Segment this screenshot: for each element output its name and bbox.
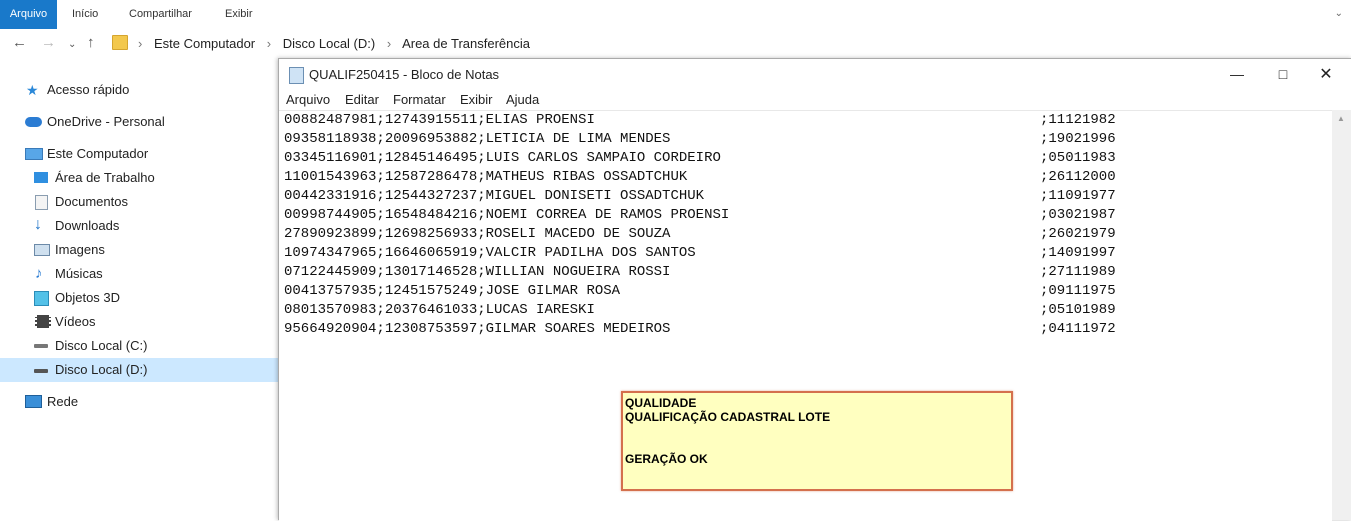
sidebar-item-area-de-trabalho[interactable]: Área de Trabalho: [0, 166, 278, 190]
navigation-pane: ★ Acesso rápido OneDrive - Personal Este…: [0, 58, 278, 519]
menu-exibir[interactable]: Exibir: [460, 90, 493, 110]
note-line-qualidade: QUALIDADE: [625, 396, 697, 410]
notepad-icon: [289, 67, 304, 84]
sidebar-item-label: Disco Local (C:): [55, 338, 148, 353]
sidebar-item-label: Objetos 3D: [55, 290, 121, 305]
forward-arrow-icon[interactable]: →: [41, 33, 56, 53]
text-line: 00998744905;16548484216;NOEMI CORREA DE …: [284, 207, 1116, 223]
sidebar-item-imagens[interactable]: Imagens: [0, 238, 278, 262]
text-line: 10974347965;16646065919;VALCIR PADILHA D…: [284, 245, 1116, 261]
sidebar-item-onedrive[interactable]: OneDrive - Personal: [0, 110, 278, 134]
text-line: 08013570983;20376461033;LUCAS IARESKI ;05…: [284, 302, 1116, 318]
ribbon: Arquivo Início Compartilhar Exibir ⌄: [0, 0, 1351, 30]
sidebar-item-disco-d[interactable]: Disco Local (D:): [0, 358, 278, 382]
sidebar-item-label: Acesso rápido: [47, 82, 130, 97]
text-line: 00413757935;12451575249;JOSE GILMAR ROSA…: [284, 283, 1116, 299]
star-icon: ★: [26, 82, 39, 98]
annotation-note: QUALIDADE QUALIFICAÇÃO CADASTRAL LOTE GE…: [621, 391, 1013, 491]
text-line: 07122445909;13017146528;WILLIAN NOGUEIRA…: [284, 264, 1116, 280]
address-bar: ← → ⌄ ↑ › Este Computador › Disco Local …: [0, 29, 1351, 58]
minimize-button[interactable]: —: [1214, 59, 1260, 90]
menu-arquivo[interactable]: Arquivo: [286, 90, 330, 110]
drive-icon: [34, 369, 48, 373]
tab-inicio[interactable]: Início: [72, 0, 98, 29]
text-line: 11001543963;12587286478;MATHEUS RIBAS OS…: [284, 169, 1116, 185]
sidebar-item-label: Documentos: [55, 194, 128, 209]
text-line: 03345116901;12845146495;LUIS CARLOS SAMP…: [284, 150, 1116, 166]
window-title: QUALIF250415 - Bloco de Notas: [309, 67, 500, 82]
sidebar-item-label: Vídeos: [55, 314, 96, 329]
vertical-scrollbar[interactable]: ▲: [1332, 110, 1351, 520]
desktop-icon: [34, 172, 48, 183]
sidebar-item-documentos[interactable]: Documentos: [0, 190, 278, 214]
sidebar-item-acesso-rapido[interactable]: ★ Acesso rápido: [0, 78, 278, 102]
sidebar-item-rede[interactable]: Rede: [0, 390, 278, 414]
tab-arquivo[interactable]: Arquivo: [0, 0, 57, 29]
sidebar-item-label: OneDrive - Personal: [47, 114, 165, 129]
sidebar-item-este-computador[interactable]: Este Computador: [0, 142, 278, 166]
network-icon: [25, 395, 42, 408]
sidebar-item-label: Imagens: [55, 242, 105, 257]
note-line-geracao: GERAÇÃO OK: [625, 452, 708, 466]
text-line: 00882487981;12743915511;ELIAS PROENSI ;11…: [284, 112, 1116, 128]
text-line: 00442331916;12544327237;MIGUEL DONISETI …: [284, 188, 1116, 204]
folder-icon: [112, 35, 128, 50]
tab-compartilhar[interactable]: Compartilhar: [129, 0, 192, 29]
music-icon: ♪: [35, 265, 43, 282]
sidebar-item-videos[interactable]: Vídeos: [0, 310, 278, 334]
cube-icon: [34, 291, 49, 306]
tab-exibir[interactable]: Exibir: [225, 0, 253, 29]
notepad-title-bar[interactable]: QUALIF250415 - Bloco de Notas — □ ✕: [279, 59, 1351, 90]
note-line-qualificacao: QUALIFICAÇÃO CADASTRAL LOTE: [625, 410, 831, 424]
chevron-right-icon: ›: [266, 36, 272, 51]
menu-ajuda[interactable]: Ajuda: [506, 90, 539, 110]
video-icon: [35, 315, 51, 328]
close-button[interactable]: ✕: [1303, 59, 1349, 90]
pictures-icon: [34, 244, 50, 256]
chevron-right-icon: ›: [138, 36, 143, 51]
chevron-down-icon[interactable]: ⌄: [1335, 8, 1343, 19]
chevron-right-icon: ›: [386, 36, 392, 51]
sidebar-item-objetos-3d[interactable]: Objetos 3D: [0, 286, 278, 310]
menu-bar: Arquivo Editar Formatar Exibir Ajuda: [279, 90, 1351, 110]
text-line: 09358118938;20096953882;LETICIA DE LIMA …: [284, 131, 1116, 147]
sidebar-item-label: Rede: [47, 394, 79, 409]
breadcrumb-area-transferencia[interactable]: Area de Transferência: [402, 36, 530, 51]
sidebar-item-label: Disco Local (D:): [55, 362, 148, 377]
back-arrow-icon[interactable]: ←: [12, 33, 27, 53]
computer-icon: [25, 148, 43, 160]
up-arrow-icon[interactable]: ↑: [87, 33, 95, 53]
chevron-down-icon[interactable]: ⌄: [68, 35, 76, 55]
sidebar-item-label: Downloads: [55, 218, 120, 233]
sidebar-item-label: Área de Trabalho: [55, 170, 155, 185]
cloud-icon: [25, 117, 42, 127]
sidebar-item-disco-c[interactable]: Disco Local (C:): [0, 334, 278, 358]
drive-icon: [34, 344, 48, 348]
documents-icon: [35, 195, 48, 210]
sidebar-item-label: Músicas: [55, 266, 103, 281]
menu-editar[interactable]: Editar: [345, 90, 379, 110]
sidebar-item-downloads[interactable]: ↓ Downloads: [0, 214, 278, 238]
scroll-up-icon[interactable]: ▲: [1337, 114, 1345, 123]
breadcrumb: › Este Computador › Disco Local (D:) › A…: [138, 29, 538, 58]
breadcrumb-disco-d[interactable]: Disco Local (D:): [283, 36, 375, 51]
breadcrumb-este-computador[interactable]: Este Computador: [154, 36, 255, 51]
sidebar-item-musicas[interactable]: ♪ Músicas: [0, 262, 278, 286]
text-line: 27890923899;12698256933;ROSELI MACEDO DE…: [284, 226, 1116, 242]
sidebar-item-label: Este Computador: [47, 146, 149, 161]
text-line: 95664920904;12308753597;GILMAR SOARES ME…: [284, 321, 1116, 337]
menu-formatar[interactable]: Formatar: [393, 90, 446, 110]
download-icon: ↓: [34, 216, 42, 233]
maximize-button[interactable]: □: [1260, 59, 1306, 90]
